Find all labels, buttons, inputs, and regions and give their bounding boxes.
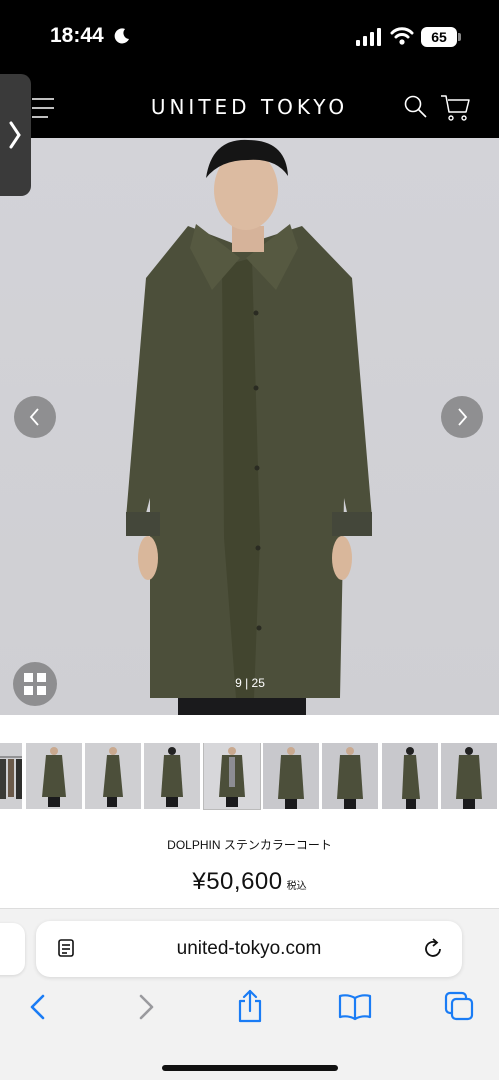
gallery-grid-button[interactable]	[13, 662, 57, 706]
search-icon[interactable]	[403, 94, 429, 120]
chevron-left-icon	[29, 408, 39, 426]
forward-icon[interactable]	[136, 993, 156, 1021]
browser-toolbar: united-tokyo.com	[0, 908, 499, 1080]
chevron-right-icon	[458, 408, 468, 426]
reload-icon[interactable]	[422, 938, 444, 960]
thumbnail[interactable]	[441, 743, 497, 809]
thumbnail-strip	[0, 743, 499, 811]
price-row: ¥50,600 税込	[0, 868, 499, 896]
cart-icon[interactable]	[440, 94, 470, 122]
thumbnail[interactable]	[85, 743, 141, 809]
thumbnail[interactable]	[263, 743, 319, 809]
bookmarks-icon[interactable]	[338, 993, 372, 1021]
battery-level: 65	[431, 29, 447, 45]
url-text[interactable]: united-tokyo.com	[36, 938, 462, 960]
grid-icon	[24, 673, 46, 695]
product-image[interactable]: 9 | 25	[0, 138, 499, 715]
previous-image-button[interactable]	[14, 396, 56, 438]
site-header: UNITED TOKYO	[0, 75, 499, 138]
back-icon[interactable]	[28, 993, 48, 1021]
thumbnail[interactable]	[0, 743, 22, 809]
thumbnail[interactable]	[322, 743, 378, 809]
thumbnail-active[interactable]	[203, 743, 261, 810]
thumbnail[interactable]	[144, 743, 200, 809]
image-counter: 9 | 25	[235, 676, 265, 690]
side-tab-handle[interactable]	[0, 74, 31, 196]
moon-icon	[114, 28, 129, 44]
thumbnail[interactable]	[382, 743, 438, 809]
next-image-button[interactable]	[441, 396, 483, 438]
battery-tip	[458, 33, 461, 41]
wifi-icon	[390, 27, 414, 45]
address-bar[interactable]: united-tokyo.com	[36, 921, 462, 977]
chevron-right-icon	[9, 121, 21, 149]
share-icon[interactable]	[236, 989, 264, 1023]
status-bar: 18:44 65	[0, 0, 499, 75]
model-photo	[126, 139, 372, 715]
thumbnail[interactable]	[26, 743, 82, 809]
home-indicator	[162, 1065, 338, 1071]
signal-icon	[356, 28, 381, 46]
product-name: DOLPHIN ステンカラーコート	[167, 838, 332, 852]
battery-icon: 65	[421, 27, 457, 47]
status-time: 18:44	[50, 24, 104, 47]
tabs-icon[interactable]	[444, 991, 474, 1021]
previous-tab-preview[interactable]	[0, 923, 25, 975]
price: ¥50,600	[192, 868, 283, 895]
tax-label: 税込	[286, 881, 307, 892]
